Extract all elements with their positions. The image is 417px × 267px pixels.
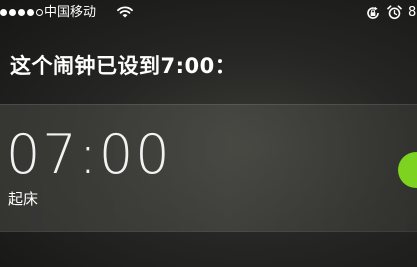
alarm-toggle-switch[interactable] bbox=[398, 152, 417, 188]
signal-dot bbox=[0, 9, 7, 16]
signal-strength-icon bbox=[0, 9, 43, 16]
signal-dot bbox=[27, 9, 34, 16]
rotation-lock-icon bbox=[367, 6, 379, 19]
status-bar: 中国移动 8 bbox=[0, 0, 417, 28]
alarm-label: 起床 bbox=[8, 190, 39, 208]
signal-dot bbox=[18, 9, 25, 16]
alarm-card[interactable]: 07:00 起床 bbox=[0, 104, 417, 232]
siri-response-text: 这个闹钟已设到7:00： bbox=[10, 54, 237, 78]
carrier-name: 中国移动 bbox=[44, 5, 97, 20]
signal-dot bbox=[36, 9, 43, 16]
alarm-time: 07:00 bbox=[6, 123, 172, 186]
alarm-clock-icon bbox=[387, 5, 402, 20]
battery-percent: 8 bbox=[408, 5, 417, 20]
wifi-icon bbox=[117, 6, 133, 18]
signal-dot bbox=[9, 9, 16, 16]
